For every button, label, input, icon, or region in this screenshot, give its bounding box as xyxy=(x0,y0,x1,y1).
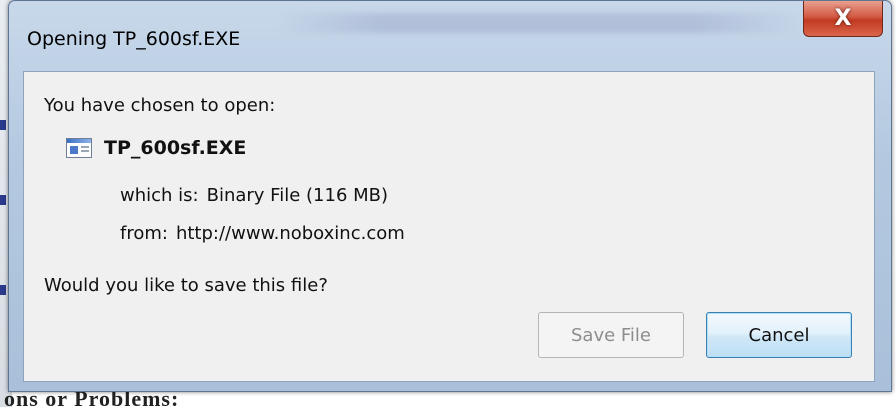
file-type-value: Binary File (116 MB) xyxy=(206,185,389,206)
save-question: Would you like to save this file? xyxy=(44,275,328,296)
file-source-label: from: xyxy=(120,223,168,244)
file-source-value: http://www.noboxinc.com xyxy=(175,223,405,244)
close-icon: X xyxy=(834,6,852,31)
close-button[interactable]: X xyxy=(803,1,883,37)
save-file-button[interactable]: Save File xyxy=(538,312,684,358)
file-source-row: from: http://www.noboxinc.com xyxy=(120,223,405,244)
file-info-row: TP_600sf.EXE xyxy=(66,137,246,159)
background-page-mark xyxy=(0,120,6,130)
file-name: TP_600sf.EXE xyxy=(104,137,247,159)
executable-file-icon xyxy=(66,138,92,158)
file-type-label: which is: xyxy=(120,185,199,206)
file-type-row: which is: Binary File (116 MB) xyxy=(120,185,388,206)
dialog-content: You have chosen to open: TP_600sf.EXE wh… xyxy=(23,71,875,382)
window-title: Opening TP_600sf.EXE xyxy=(27,28,241,50)
background-page-mark xyxy=(0,195,6,205)
title-bar-background-blur xyxy=(279,13,799,33)
open-prompt: You have chosen to open: xyxy=(44,95,276,116)
download-dialog-window: Opening TP_600sf.EXE X You have chosen t… xyxy=(8,0,892,392)
cancel-button[interactable]: Cancel xyxy=(706,312,852,358)
title-bar[interactable]: Opening TP_600sf.EXE X xyxy=(9,1,891,71)
background-page-mark xyxy=(0,285,6,295)
